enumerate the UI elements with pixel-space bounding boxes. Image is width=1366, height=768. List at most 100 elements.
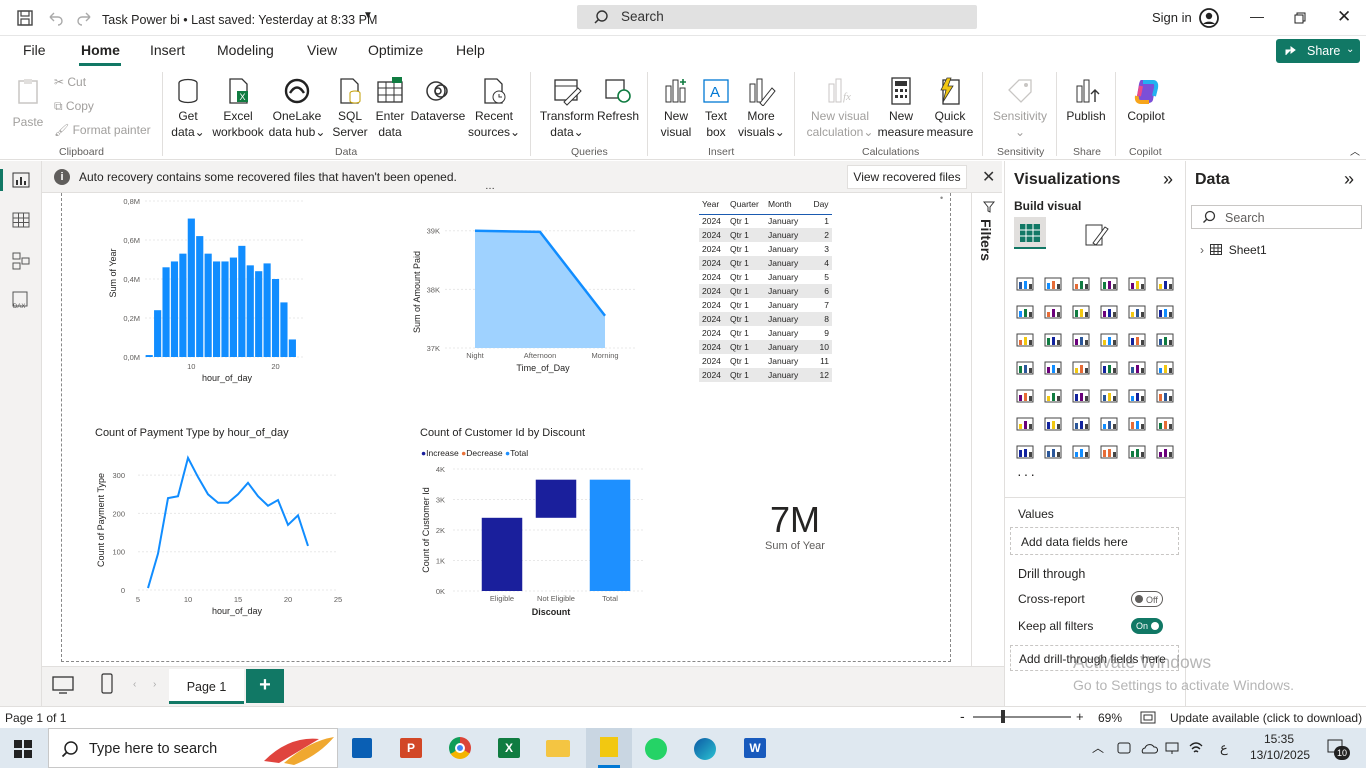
visual-type-icon[interactable]	[1127, 358, 1147, 378]
dataverse-button[interactable]: Dataverse	[410, 76, 466, 124]
powerpoint-icon[interactable]: P	[400, 738, 422, 758]
menu-modeling[interactable]: Modeling	[217, 42, 274, 58]
visual-more-icon[interactable]: •	[940, 193, 943, 203]
visual-type-icon[interactable]	[1043, 414, 1063, 434]
visual-type-icon[interactable]	[1071, 386, 1091, 406]
kpi-card[interactable]: 7M Sum of Year	[740, 500, 850, 553]
visual-type-icon[interactable]	[1071, 274, 1091, 294]
table-view-icon[interactable]	[12, 212, 30, 228]
get-data-button[interactable]: Get data⌄	[168, 76, 208, 140]
recent-sources-button[interactable]: Recent sources⌄	[468, 76, 520, 140]
previous-page-icon[interactable]: ‹	[133, 679, 136, 690]
menu-help[interactable]: Help	[456, 42, 485, 58]
visual-type-icon[interactable]	[1127, 386, 1147, 406]
visual-type-icon[interactable]	[1071, 358, 1091, 378]
user-avatar-icon[interactable]	[1198, 7, 1220, 29]
update-available-link[interactable]: Update available (click to download)	[1170, 711, 1362, 725]
chrome-icon[interactable]	[449, 737, 471, 759]
chart-customer-id-by-discount[interactable]: 0K 1K 2K 3K 4K Eligible Not Eligible Total Coun…	[415, 462, 655, 622]
visual-type-icon[interactable]	[1155, 358, 1175, 378]
excel-taskbar-icon[interactable]: X	[498, 738, 520, 758]
matrix-header-cell[interactable]: Year	[699, 194, 727, 214]
visual-type-icon[interactable]	[1071, 330, 1091, 350]
copy-button[interactable]: ⧉ Copy	[54, 99, 94, 114]
menu-insert[interactable]: Insert	[150, 42, 185, 58]
visual-type-icon[interactable]	[1155, 414, 1175, 434]
zoom-level[interactable]: 69%	[1098, 711, 1122, 725]
table-sheet1[interactable]: › Sheet1	[1200, 243, 1267, 257]
zoom-slider-thumb[interactable]	[1001, 710, 1005, 723]
view-recovered-files-button[interactable]: View recovered files	[847, 165, 967, 189]
desktop-layout-icon[interactable]	[52, 675, 74, 695]
dax-query-view-icon[interactable]: DAX	[11, 291, 31, 309]
visual-type-icon[interactable]	[1043, 330, 1063, 350]
input-language[interactable]: ع	[1220, 740, 1228, 756]
title-dropdown-icon[interactable]: ▼	[363, 10, 373, 21]
visual-type-icon[interactable]	[1071, 302, 1091, 322]
network-icon[interactable]	[1164, 740, 1180, 756]
menu-home[interactable]: Home	[81, 42, 120, 58]
values-drop-well[interactable]: Add data fields here	[1010, 527, 1179, 555]
more-visuals-ellipsis[interactable]: ···	[1017, 466, 1037, 482]
keep-all-filters-toggle[interactable]: On	[1131, 618, 1163, 634]
matrix-header-cell[interactable]: Quarter	[727, 194, 765, 214]
collapse-viz-pane-icon[interactable]: »	[1163, 169, 1173, 190]
model-view-icon[interactable]	[12, 252, 30, 270]
undo-icon[interactable]	[46, 9, 64, 27]
next-page-icon[interactable]: ›	[153, 679, 156, 690]
visual-type-icon[interactable]	[1155, 302, 1175, 322]
build-visual-tab[interactable]	[1014, 217, 1046, 249]
whatsapp-icon[interactable]	[645, 738, 667, 760]
wifi-icon[interactable]	[1188, 740, 1204, 756]
close-notice-icon[interactable]: ✕	[982, 167, 995, 187]
chart-amount-paid-by-time[interactable]: … 37K 38K 39K Night Afternoon Morning Sum of …	[405, 182, 645, 382]
collapse-ribbon-icon[interactable]: ︿	[1350, 143, 1360, 158]
visual-type-icon[interactable]	[1043, 302, 1063, 322]
visual-type-icon[interactable]	[1015, 302, 1035, 322]
publish-button[interactable]: Publish	[1062, 76, 1110, 124]
search-box[interactable]: Search	[577, 5, 977, 29]
visual-type-icon[interactable]	[1099, 386, 1119, 406]
paste-button[interactable]: Paste	[8, 76, 48, 130]
save-icon[interactable]	[16, 9, 34, 27]
visual-type-icon[interactable]	[1127, 442, 1147, 462]
new-visual-calculation-button[interactable]: fx New visual calculation⌄	[800, 76, 880, 140]
copilot-button[interactable]: Copilot	[1121, 76, 1171, 124]
visual-type-icon[interactable]	[1155, 442, 1175, 462]
menu-view[interactable]: View	[307, 42, 337, 58]
sql-server-button[interactable]: SQL Server	[330, 76, 370, 140]
clock-time[interactable]: 15:35	[1264, 732, 1294, 746]
meet-now-icon[interactable]	[1116, 740, 1132, 756]
windows-start-icon[interactable]	[14, 740, 32, 758]
powerbi-taskbar-active[interactable]	[586, 728, 632, 768]
matrix-header-cell[interactable]: Month	[765, 194, 810, 214]
visual-type-icon[interactable]	[1043, 274, 1063, 294]
visual-type-icon[interactable]	[1015, 358, 1035, 378]
collapse-data-pane-icon[interactable]: »	[1344, 169, 1354, 190]
visual-type-icon[interactable]	[1015, 414, 1035, 434]
visual-type-icon[interactable]	[1127, 414, 1147, 434]
visual-type-icon[interactable]	[1043, 386, 1063, 406]
visual-type-icon[interactable]	[1127, 302, 1147, 322]
visual-type-icon[interactable]	[1015, 274, 1035, 294]
redo-icon[interactable]	[76, 9, 94, 27]
visual-type-icon[interactable]	[1099, 330, 1119, 350]
format-painter-button[interactable]: 🖌 Format painter	[54, 123, 151, 137]
word-icon[interactable]: W	[744, 738, 766, 758]
visual-type-icon[interactable]	[1099, 442, 1119, 462]
fit-to-page-icon[interactable]	[1140, 711, 1156, 724]
data-search-box[interactable]: Search	[1191, 205, 1362, 229]
visual-type-icon[interactable]	[1099, 302, 1119, 322]
visual-type-icon[interactable]	[1015, 386, 1035, 406]
menu-file[interactable]: File	[23, 42, 46, 58]
quick-measure-button[interactable]: Quick measure	[926, 76, 974, 140]
show-hidden-icons[interactable]: ︿	[1092, 739, 1104, 756]
text-box-button[interactable]: A Text box	[698, 76, 734, 140]
minimize-button[interactable]: —	[1250, 8, 1264, 24]
chart-sum-of-year-by-hour[interactable]: 0,0M 0,2M 0,4M 0,6M 0,8M 10 20 Sum of Year hou…	[90, 193, 320, 388]
new-measure-button[interactable]: New measure	[876, 76, 926, 140]
visual-type-icon[interactable]	[1155, 274, 1175, 294]
chart-payment-type-by-hour[interactable]: 0 100 200 300 5 10 15 20 25 Count of Payment Typ…	[90, 442, 350, 622]
matrix-header-cell[interactable]: Day	[810, 194, 832, 214]
clock-date[interactable]: 13/10/2025	[1250, 748, 1310, 762]
